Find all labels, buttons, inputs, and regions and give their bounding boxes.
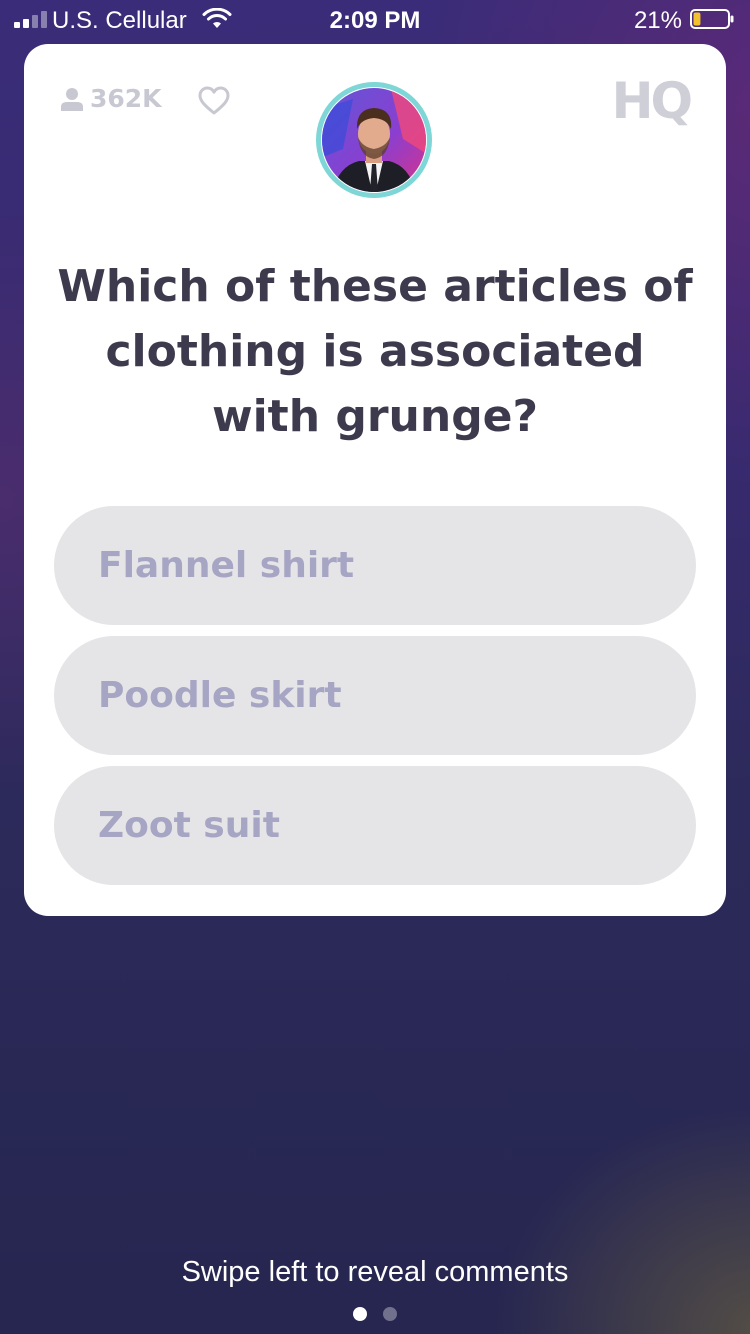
answer-option-3[interactable]: Zoot suit: [54, 766, 696, 885]
swipe-hint: Swipe left to reveal comments: [181, 1256, 569, 1288]
question-text: Which of these articles of clothing is a…: [57, 261, 693, 442]
answer-option-1[interactable]: Flannel shirt: [54, 506, 696, 625]
host-avatar: [316, 82, 432, 198]
battery-percent: 21%: [633, 7, 682, 34]
hq-logo: HQ: [611, 72, 693, 130]
page-indicator[interactable]: [0, 1307, 750, 1321]
answer-option-2[interactable]: Poodle skirt: [54, 636, 696, 755]
viewer-count: 362K: [60, 84, 162, 113]
person-icon: [61, 87, 83, 111]
question-card: 362K HQ Which of these articles of cloth…: [24, 44, 726, 916]
heart-icon[interactable]: [198, 86, 230, 116]
page-dot-1[interactable]: [353, 1307, 367, 1321]
battery-icon: [690, 9, 734, 29]
status-bar: U.S. Cellular 2:09 PM 21%: [0, 0, 750, 40]
page-dot-2[interactable]: [383, 1307, 397, 1321]
battery-fill: [693, 12, 701, 26]
viewer-count-label: 362K: [90, 84, 162, 113]
answer-list: Flannel shirt Poodle skirt Zoot suit: [54, 506, 696, 896]
